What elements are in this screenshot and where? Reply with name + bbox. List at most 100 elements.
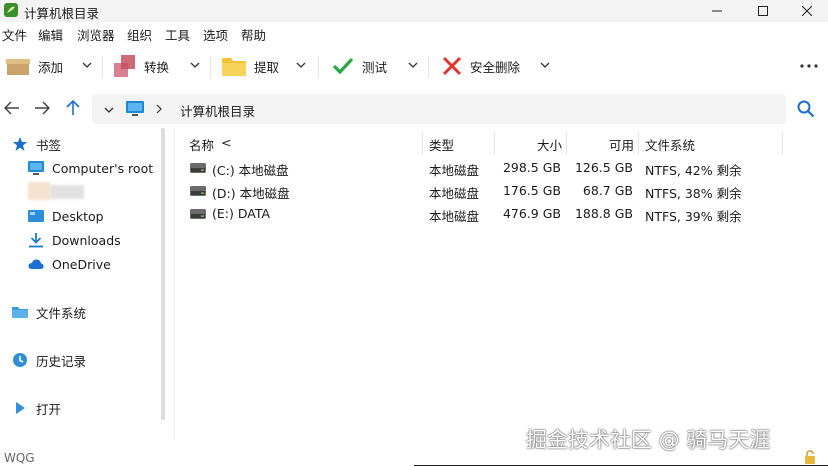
maximize-icon [758, 6, 768, 16]
drive-size: 176.5 GB [502, 183, 561, 198]
maximize-button[interactable] [740, 0, 786, 22]
minimize-button[interactable] [694, 0, 740, 22]
address-bar[interactable]: 计算机根目录 [92, 94, 786, 124]
sidebar-item-onedrive[interactable]: OneDrive [28, 253, 111, 275]
sidebar-bookmarks-header[interactable]: 书签 [12, 133, 61, 155]
menu-options[interactable]: 选项 [203, 25, 228, 44]
delete-x-icon [442, 56, 462, 76]
sidebar-open-header[interactable]: 打开 [12, 397, 61, 419]
close-button[interactable] [784, 0, 828, 22]
desktop-icon [28, 210, 44, 222]
status-divider [414, 465, 828, 466]
search-icon[interactable] [797, 100, 815, 118]
menu-edit[interactable]: 编辑 [38, 25, 63, 44]
menu-bar: 文件 编辑 浏览器 组织 工具 选项 帮助 [0, 23, 828, 43]
computer-monitor-icon [126, 101, 144, 116]
drive-free: 188.8 GB [574, 206, 633, 221]
extract-dropdown-chevron-icon[interactable] [296, 60, 306, 70]
add-dropdown-chevron-icon[interactable] [82, 60, 92, 70]
folder-icon [12, 307, 28, 318]
table-row[interactable]: (E:) DATA 本地磁盘 476.9 GB 188.8 GB NTFS, 3… [180, 203, 784, 225]
column-name[interactable]: 名称 [189, 135, 214, 154]
drive-free: 126.5 GB [574, 160, 633, 175]
up-arrow-icon[interactable] [66, 100, 80, 116]
pane-divider[interactable] [174, 128, 175, 440]
download-arrow-icon [29, 233, 43, 248]
column-type[interactable]: 类型 [429, 135, 454, 154]
clock-icon [13, 353, 27, 367]
minimize-icon [712, 10, 722, 12]
column-divider[interactable] [638, 131, 639, 155]
drive-type: 本地磁盘 [429, 163, 480, 178]
column-free[interactable]: 可用 [609, 135, 634, 154]
column-divider[interactable] [422, 131, 423, 155]
extract-button[interactable]: 提取 [222, 52, 279, 80]
sort-indicator: < [221, 135, 232, 150]
cloud-icon [28, 259, 44, 269]
sidebar-item-downloads[interactable]: Downloads [28, 229, 121, 251]
back-arrow-icon[interactable] [4, 101, 20, 115]
table-row[interactable]: (D:) 本地磁盘 本地磁盘 176.5 GB 68.7 GB NTFS, 38… [180, 180, 784, 202]
table-row[interactable]: (C:) 本地磁盘 本地磁盘 298.5 GB 126.5 GB NTFS, 4… [180, 157, 784, 179]
test-dropdown-chevron-icon[interactable] [408, 60, 418, 70]
sidebar: 书签 Computer's root Desktop Downloads One… [0, 128, 170, 440]
drive-size: 476.9 GB [502, 206, 561, 221]
drive-name: (D:) 本地磁盘 [212, 186, 290, 201]
convert-button[interactable]: 转换 [114, 52, 169, 80]
history-dropdown-chevron-icon[interactable] [104, 106, 114, 114]
close-icon [802, 6, 812, 16]
secure-delete-button[interactable]: 安全删除 [442, 52, 520, 80]
hard-drive-icon [190, 163, 206, 173]
toolbar-divider [428, 56, 429, 78]
convert-icon [114, 55, 135, 77]
menu-browser[interactable]: 浏览器 [77, 25, 115, 44]
add-button[interactable]: 添加 [6, 52, 63, 80]
toolbar-divider [102, 56, 103, 78]
window-title: 计算机根目录 [24, 6, 100, 21]
sidebar-scrollbar[interactable] [161, 128, 165, 420]
convert-dropdown-chevron-icon[interactable] [190, 60, 200, 70]
drive-type: 本地磁盘 [429, 186, 480, 201]
app-logo-icon [4, 3, 18, 17]
test-button[interactable]: 测试 [332, 52, 387, 80]
hard-drive-icon [190, 209, 206, 219]
sidebar-item-computer-root[interactable]: Computer's root [28, 157, 153, 179]
hard-drive-icon [190, 186, 206, 196]
status-text: WQG [4, 451, 35, 465]
breadcrumb-chevron-icon [156, 104, 162, 114]
forward-arrow-icon[interactable] [34, 101, 50, 115]
drive-type: 本地磁盘 [429, 209, 480, 224]
drive-name: (C:) 本地磁盘 [212, 163, 289, 178]
folder-icon [222, 58, 246, 76]
toolbar-divider [318, 56, 319, 78]
navigation-bar: 计算机根目录 [0, 90, 828, 128]
menu-tools[interactable]: 工具 [165, 25, 190, 44]
sidebar-item-desktop[interactable]: Desktop [28, 205, 104, 227]
watermark: 掘金技术社区 @ 骑马天涯 [526, 428, 771, 452]
blurred-user-folder[interactable] [28, 182, 84, 200]
drive-size: 298.5 GB [502, 160, 561, 175]
menu-file[interactable]: 文件 [2, 25, 27, 44]
column-header-row: 名称 < 类型 大小 可用 文件系统 [180, 131, 784, 155]
menu-help[interactable]: 帮助 [241, 25, 266, 44]
sidebar-history-header[interactable]: 历史记录 [12, 349, 86, 371]
breadcrumb-path[interactable]: 计算机根目录 [180, 101, 255, 120]
play-triangle-icon [16, 402, 25, 414]
menu-organize[interactable]: 组织 [127, 25, 152, 44]
drive-filesystem: NTFS, 38% 剩余 [645, 186, 742, 201]
column-filesystem[interactable]: 文件系统 [645, 135, 695, 154]
toolbar-divider [210, 56, 211, 78]
secure-delete-dropdown-chevron-icon[interactable] [540, 60, 550, 70]
drive-filesystem: NTFS, 42% 剩余 [645, 163, 742, 178]
column-divider[interactable] [494, 131, 495, 155]
title-bar: 计算机根目录 [0, 0, 828, 22]
column-size[interactable]: 大小 [537, 135, 562, 154]
column-divider[interactable] [782, 131, 783, 155]
lock-icon[interactable] [804, 450, 816, 464]
computer-monitor-icon [28, 161, 44, 175]
sidebar-filesystem-header[interactable]: 文件系统 [12, 301, 86, 323]
checkmark-icon [332, 57, 354, 75]
column-divider[interactable] [566, 131, 567, 155]
archive-box-icon [6, 59, 30, 75]
more-options-icon[interactable] [800, 64, 818, 68]
